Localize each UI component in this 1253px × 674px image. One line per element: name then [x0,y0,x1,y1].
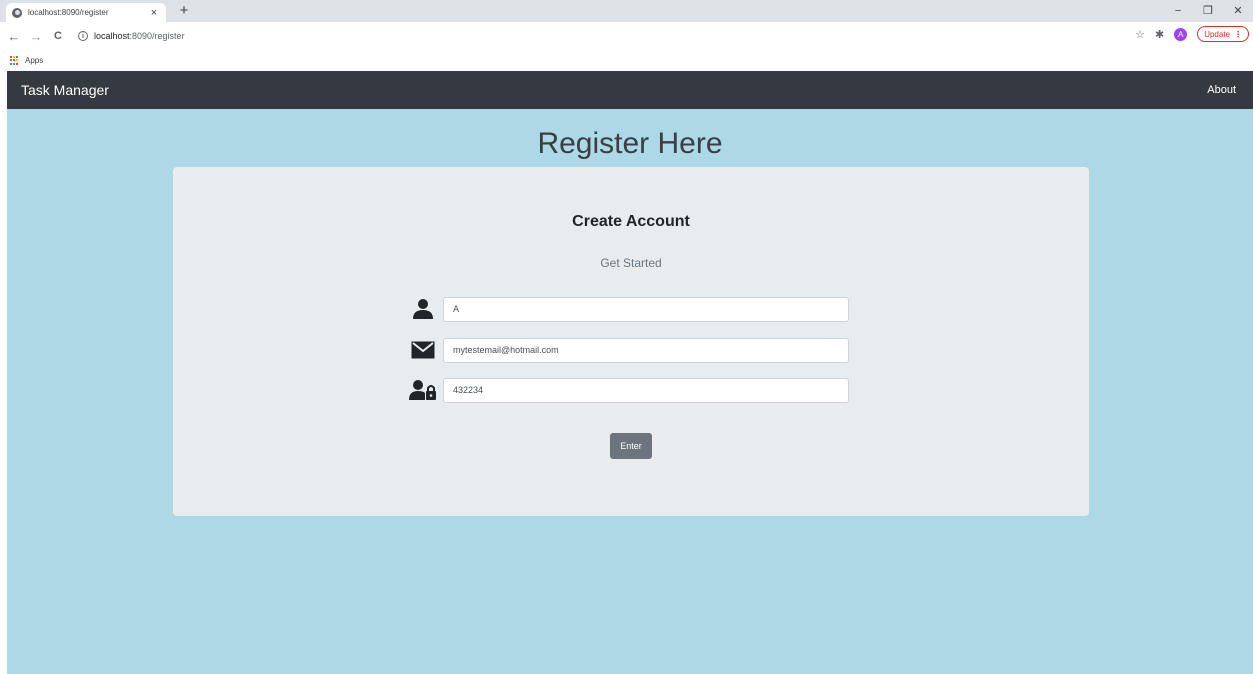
browser-toolbar: ← → C i localhost:8090/register ☆ ✱ A Up… [0,22,1253,50]
toolbar-actions: ☆ ✱ A Update ⋮ [1135,26,1249,42]
restore-button[interactable]: ❐ [1201,2,1215,20]
address-bar[interactable]: i localhost:8090/register [78,25,1113,47]
profile-avatar[interactable]: A [1174,27,1188,41]
window-controls: − ❐ ✕ [1171,2,1245,20]
bookmarks-bar: Apps [0,50,1253,71]
about-link[interactable]: About [1207,84,1236,96]
brand-link[interactable]: Task Manager [21,82,109,98]
password-field-row [409,377,849,403]
envelope-icon [409,338,437,362]
apps-grid-dot [13,59,15,62]
apps-grid-dot [13,62,15,65]
update-button[interactable]: Update ⋮ [1197,26,1249,42]
card-subtitle: Get Started [600,256,662,270]
password-input[interactable] [443,377,849,403]
email-input[interactable] [443,337,849,363]
card-title: Create Account [572,213,690,230]
name-field-row [409,296,849,322]
forward-button[interactable]: → [28,29,44,44]
minimize-button[interactable]: − [1171,2,1185,20]
apps-grid-dot [13,55,15,58]
browser-tabstrip: localhost:8090/register × + − ❐ ✕ [0,0,1253,22]
apps-grid-dot [16,55,18,58]
browser-tab[interactable]: localhost:8090/register × [6,3,166,22]
update-label: Update [1204,29,1230,39]
app-navbar: Task Manager About [7,71,1253,109]
apps-grid-icon[interactable] [10,55,20,66]
enter-button[interactable]: Enter [610,433,652,459]
extensions-icon[interactable]: ✱ [1155,28,1164,41]
apps-grid-dot [10,55,12,58]
email-field-row [409,337,849,363]
apps-bookmark[interactable]: Apps [25,56,43,65]
close-window-button[interactable]: ✕ [1231,2,1245,20]
reload-button[interactable]: C [50,30,66,42]
tab-title: localhost:8090/register [28,8,109,17]
menu-icon: ⋮ [1234,29,1242,39]
info-icon[interactable]: i [78,31,88,41]
url-text[interactable]: localhost:8090/register [94,31,185,41]
main-content: Register Here Create Account Get Started… [7,109,1253,674]
close-tab-icon[interactable]: × [148,7,160,19]
bookmark-star-icon[interactable]: ☆ [1135,28,1145,41]
back-button[interactable]: ← [6,29,22,44]
user-icon [409,297,437,321]
apps-grid-dot [16,59,18,62]
apps-grid-dot [10,59,12,62]
apps-grid-dot [10,62,12,65]
user-lock-icon [409,378,437,402]
page-title: Register Here [537,127,723,160]
name-input[interactable] [443,296,849,322]
new-tab-button[interactable]: + [176,2,192,20]
url-path: :8090/register [129,31,185,41]
register-card: Create Account Get Started Enter [173,167,1089,516]
url-host: localhost [94,31,130,41]
globe-icon [12,7,22,18]
apps-grid-dot [16,62,18,65]
